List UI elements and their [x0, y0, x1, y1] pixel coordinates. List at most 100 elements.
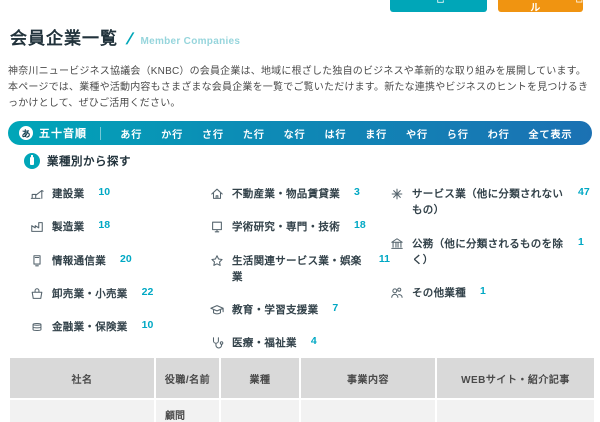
- table-row: 顧問: [10, 400, 594, 422]
- industry-item-finance[interactable]: 金融業・保険業 10: [30, 319, 210, 335]
- industry-count: 10: [98, 186, 111, 198]
- top-button-teal[interactable]: [390, 0, 487, 12]
- industry-label: 学術研究・専門・技術: [232, 221, 340, 234]
- top-button-bazaar-label: バザールバザール: [530, 3, 541, 14]
- table-header-cell: WEBサイト・紹介記事: [437, 358, 594, 398]
- industry-label: 製造業: [52, 221, 85, 234]
- industry-label: その他業種: [412, 287, 466, 300]
- education-icon: [210, 303, 224, 317]
- syllabary-tab-3[interactable]: さ行: [202, 126, 224, 141]
- public-office-icon: [390, 237, 404, 251]
- page-title: 会員企業一覧: [10, 29, 118, 48]
- industry-item-public-office[interactable]: 公務（他に分類されるものを除く） 1: [390, 236, 592, 269]
- industry-label: 公務（他に分類されるものを除く）: [412, 237, 564, 266]
- syllabary-tab-6[interactable]: は行: [324, 126, 346, 141]
- industry-label: 生活関連サービス業・娯楽業: [232, 254, 362, 283]
- syllabary-tab-2[interactable]: か行: [161, 126, 183, 141]
- industry-item-medical[interactable]: 医療・福祉業 4: [210, 335, 390, 351]
- syllabary-tab-8[interactable]: や行: [406, 126, 428, 141]
- syllabary-tab-7[interactable]: ま行: [365, 126, 387, 141]
- syllabary-tab-5[interactable]: な行: [284, 126, 306, 141]
- sort-kana-tab[interactable]: あ 五十音順: [8, 125, 100, 141]
- page-subtitle: Member Companies: [140, 36, 241, 47]
- industry-item-construction[interactable]: 建設業 10: [30, 186, 210, 202]
- table-header-cell: 業種: [221, 358, 299, 398]
- real-estate-icon: [210, 187, 224, 201]
- industry-count: 20: [120, 252, 132, 265]
- construction-icon: [30, 187, 44, 201]
- industry-count: 18: [98, 219, 111, 232]
- industry-label: 金融業・保険業: [52, 321, 128, 334]
- industry-label: 医療・福祉業: [232, 337, 297, 350]
- industry-count: 1: [480, 285, 486, 298]
- title-slash-divider: /: [125, 31, 134, 48]
- industry-label: サービス業（他に分類されないもの）: [412, 188, 564, 217]
- syllabary-tab-4[interactable]: た行: [243, 126, 265, 141]
- medical-icon: [210, 336, 224, 350]
- table-cell: [221, 400, 299, 422]
- industry-count: 7: [332, 302, 339, 315]
- industry-count: 11: [378, 252, 390, 265]
- industry-label: 卸売業・小売業: [52, 287, 128, 300]
- member-table: 社名 役職/名前 業種 事業内容 WEBサイト・紹介記事 顧問: [8, 356, 596, 422]
- syllabary-tab-1[interactable]: あ行: [120, 126, 142, 141]
- table-body: 顧問: [10, 400, 594, 422]
- page-title-row: 会員企業一覧 / Member Companies: [10, 24, 240, 49]
- external-link-icon: [437, 0, 444, 3]
- table-header-row: 社名 役職/名前 業種 事業内容 WEBサイト・紹介記事: [10, 358, 594, 398]
- syllabary-tab-11[interactable]: 全て表示: [529, 126, 573, 141]
- finance-icon: [30, 320, 44, 334]
- kana-circle-icon: あ: [19, 126, 33, 140]
- industry-label: 建設業: [52, 188, 85, 200]
- page-description: 神奈川ニュービジネス協議会（KNBC）の会員企業は、地域に根ざした独自のビジネス…: [8, 66, 589, 109]
- industry-label: 不動産業・物品賃貸業: [232, 188, 340, 200]
- lifestyle-icon: [210, 254, 224, 268]
- retail-icon: [30, 287, 44, 301]
- industry-item-research[interactable]: 学術研究・専門・技術 18: [210, 219, 390, 235]
- service-icon: [390, 187, 404, 201]
- industry-item-retail[interactable]: 卸売業・小売業 22: [30, 286, 210, 302]
- industry-item-education[interactable]: 教育・学習支援業 7: [210, 302, 390, 318]
- industry-item-communication[interactable]: 情報通信業 20: [30, 253, 210, 269]
- industry-column-1: 建設業 10 製造業 18 情報通信業 20 卸売業・小売業 22 金融業・保険業 10: [30, 186, 210, 352]
- research-icon: [210, 220, 224, 234]
- table-cell: [10, 400, 154, 422]
- external-link-icon: [576, 0, 583, 3]
- industry-count: 4: [310, 335, 317, 348]
- industry-item-service[interactable]: サービス業（他に分類されないもの） 47: [390, 186, 592, 219]
- factory-icon: [30, 220, 44, 234]
- industry-grid: 建設業 10 製造業 18 情報通信業 20 卸売業・小売業 22 金融業・保険業 10 不動産業・…: [30, 186, 592, 352]
- industry-section-title: 業種別から探す: [47, 156, 131, 168]
- communication-icon: [30, 254, 44, 268]
- industry-item-factory[interactable]: 製造業 18: [30, 219, 210, 235]
- table-cell: 顧問: [156, 400, 219, 422]
- industry-label: 教育・学習支援業: [232, 304, 319, 317]
- syllabary-tabs: あ行 か行 さ行 た行 な行 は行 ま行 や行 ら行 わ行 全て表示: [101, 126, 592, 141]
- sort-kana-label: 五十音順: [39, 128, 87, 140]
- industry-count: 3: [354, 186, 360, 198]
- industry-item-lifestyle[interactable]: 生活関連サービス業・娯楽業 11: [210, 253, 390, 286]
- other-industry-icon: [390, 286, 404, 300]
- industry-count: 18: [354, 219, 366, 232]
- building-icon: [24, 153, 40, 169]
- table-header-cell: 社名: [10, 358, 154, 398]
- top-button-bar: バザールバザール: [0, 0, 600, 14]
- syllabary-nav: あ 五十音順 あ行 か行 さ行 た行 な行 は行 ま行 や行 ら行 わ行 全て表示: [8, 121, 592, 145]
- top-button-bazaar[interactable]: バザールバザール: [498, 0, 583, 14]
- syllabary-tab-10[interactable]: わ行: [488, 126, 510, 141]
- table-cell: [301, 400, 435, 422]
- syllabary-tab-9[interactable]: ら行: [447, 126, 469, 141]
- industry-item-real-estate[interactable]: 不動産業・物品賃貸業 3: [210, 186, 390, 202]
- industry-count: 22: [141, 285, 154, 298]
- industry-label: 情報通信業: [52, 254, 106, 267]
- table-cell: [437, 400, 594, 422]
- table-header-cell: 役職/名前: [156, 358, 219, 398]
- industry-count: 10: [141, 319, 154, 332]
- industry-item-other-industry[interactable]: その他業種 1: [390, 285, 592, 301]
- industry-column-2: 不動産業・物品賃貸業 3 学術研究・専門・技術 18 生活関連サービス業・娯楽業 11 教育…: [210, 186, 390, 352]
- table-header-cell: 事業内容: [301, 358, 435, 398]
- member-companies-page: バザールバザール 会員企業一覧 / Member Companies 神奈川ニュ…: [0, 0, 600, 422]
- industry-section-header: 業種別から探す: [24, 153, 131, 169]
- industry-count: 47: [578, 186, 590, 198]
- industry-column-3: サービス業（他に分類されないもの） 47 公務（他に分類されるものを除く） 1 その他業…: [390, 186, 592, 352]
